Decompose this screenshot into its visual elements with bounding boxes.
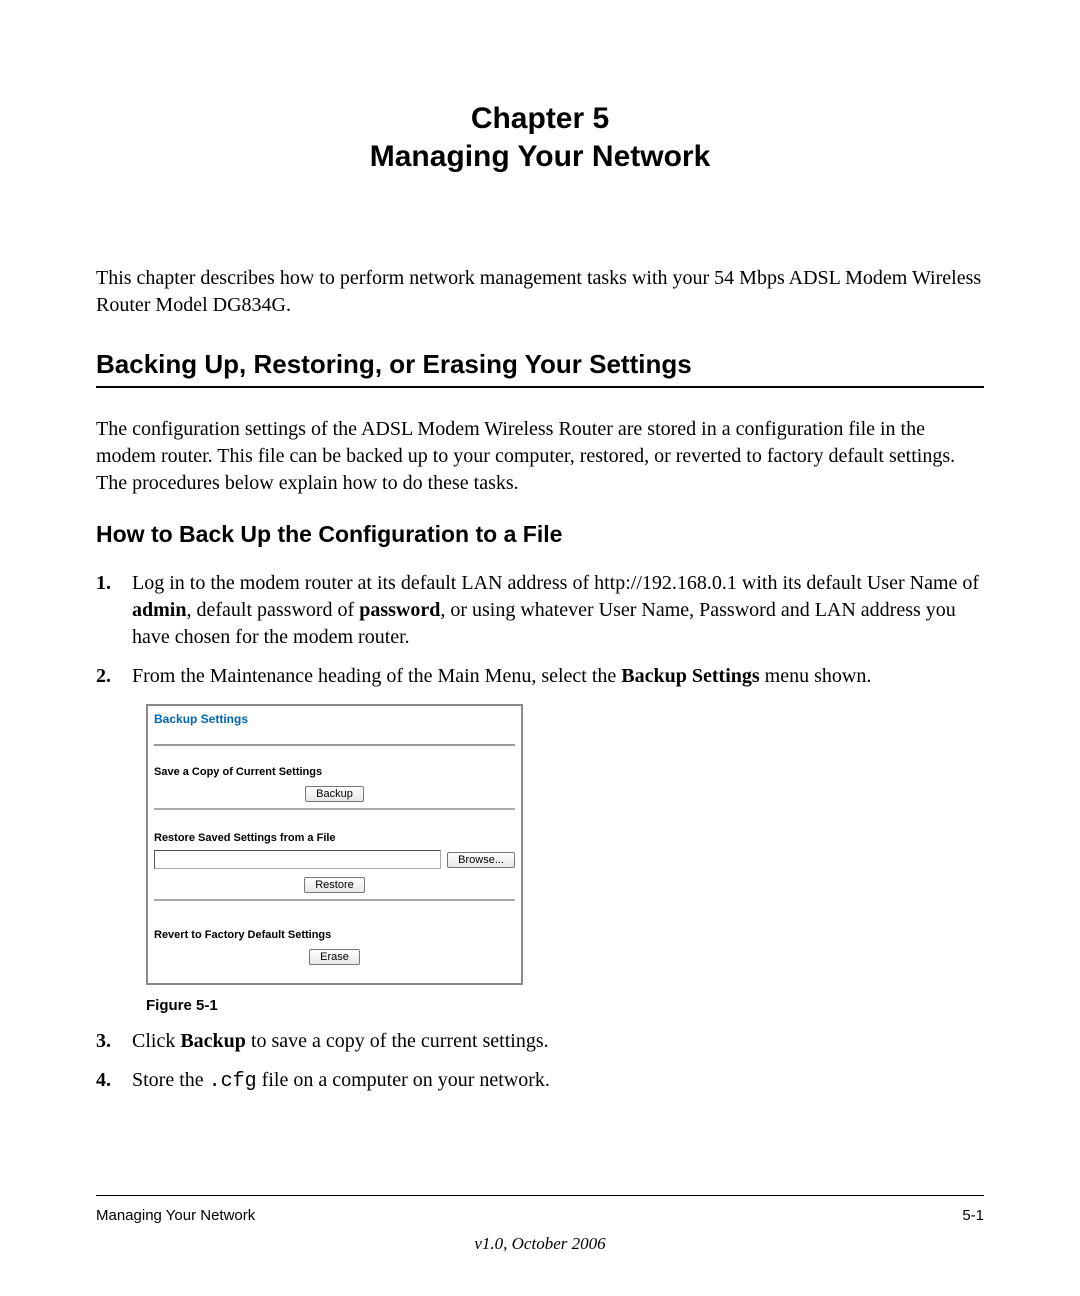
step-1: 1. Log in to the modem router at its def… [96,570,984,651]
section-paragraph: The configuration settings of the ADSL M… [96,416,984,497]
step-number: 2. [96,663,111,690]
section-label-save-copy: Save a Copy of Current Settings [154,766,515,778]
restore-button[interactable]: Restore [304,877,365,893]
step-text: Click [132,1030,180,1052]
step-text: Log in to the modem router at its defaul… [132,572,979,594]
footer-version: v1.0, October 2006 [0,1234,1080,1254]
backup-button[interactable]: Backup [305,786,364,802]
intro-paragraph: This chapter describes how to perform ne… [96,265,984,319]
procedure-steps-continued: 3. Click Backup to save a copy of the cu… [96,1028,984,1095]
step-bold: admin [132,599,186,621]
section-heading: Backing Up, Restoring, or Erasing Your S… [96,349,984,388]
chapter-heading: Chapter 5 Managing Your Network [96,100,984,175]
step-text: , default password of [186,599,359,621]
footer-left: Managing Your Network [96,1207,255,1224]
step-text: From the Maintenance heading of the Main… [132,665,621,687]
divider [154,899,515,901]
figure-caption: Figure 5-1 [146,997,984,1014]
footer-rule [96,1195,984,1196]
step-number: 1. [96,570,111,597]
chapter-number: Chapter 5 [96,100,984,138]
backup-settings-panel: Backup Settings Save a Copy of Current S… [146,704,523,985]
restore-file-input[interactable] [154,850,441,869]
chapter-title: Managing Your Network [96,138,984,176]
step-bold: password [359,599,440,621]
step-4: 4. Store the .cfg file on a computer on … [96,1067,984,1095]
step-2: 2. From the Maintenance heading of the M… [96,663,984,690]
procedure-steps: 1. Log in to the modem router at its def… [96,570,984,690]
step-bold: Backup Settings [621,665,759,687]
step-number: 3. [96,1028,111,1055]
document-page: Chapter 5 Managing Your Network This cha… [0,0,1080,1296]
section-label-restore: Restore Saved Settings from a File [154,832,515,844]
panel-title: Backup Settings [154,712,515,730]
step-text: menu shown. [760,665,872,687]
browse-button[interactable]: Browse... [447,852,515,868]
step-bold: Backup [180,1030,246,1052]
divider [154,808,515,810]
figure: Backup Settings Save a Copy of Current S… [146,704,984,1014]
step-3: 3. Click Backup to save a copy of the cu… [96,1028,984,1055]
divider [154,744,515,746]
step-code: .cfg [209,1070,257,1093]
step-text: to save a copy of the current settings. [246,1030,549,1052]
footer-row: Managing Your Network 5-1 [96,1207,984,1224]
step-text: Store the [132,1069,209,1091]
footer-page-number: 5-1 [962,1207,984,1224]
erase-button[interactable]: Erase [309,949,360,965]
step-number: 4. [96,1067,111,1094]
step-text: file on a computer on your network. [257,1069,550,1091]
section-label-revert: Revert to Factory Default Settings [154,929,515,941]
subsection-heading: How to Back Up the Configuration to a Fi… [96,521,984,548]
